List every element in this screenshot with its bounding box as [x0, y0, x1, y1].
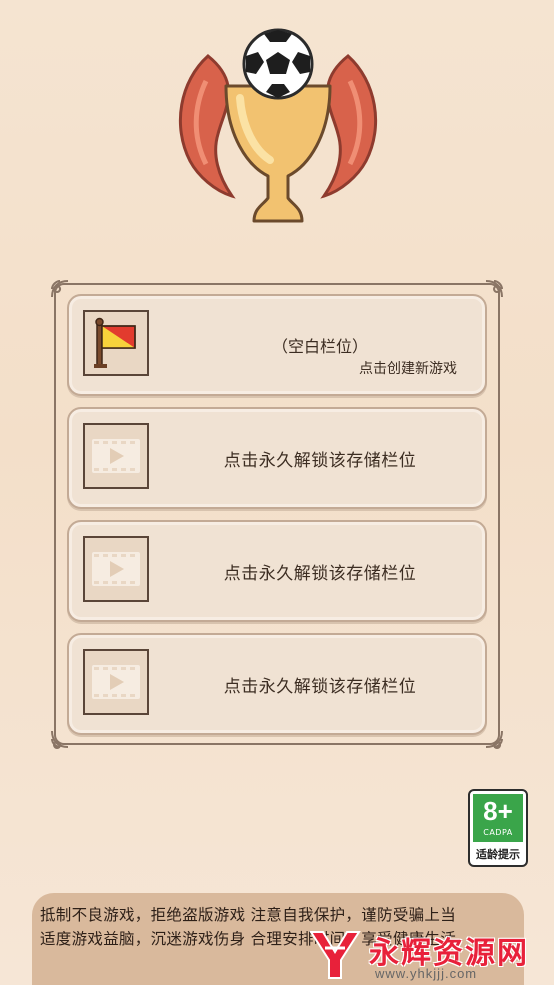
slot-icon-frame [83, 423, 149, 489]
age-rating-label: 适龄提示 [476, 848, 520, 861]
corner-ornament-icon [485, 280, 503, 298]
left-ribbon [178, 54, 236, 199]
slot-title: （空白栏位） [271, 337, 368, 356]
age-rating-badge[interactable]: 8+ CADPA 适龄提示 [468, 789, 528, 867]
video-play-icon [92, 552, 140, 586]
corner-ornament-icon [485, 730, 503, 749]
unlock-slot-label: 点击永久解锁该存储栏位 [223, 563, 417, 584]
corner-ornament-icon [51, 730, 69, 749]
soccer-ball-icon [242, 28, 314, 100]
slot-subtitle: 点击创建新游戏 [359, 361, 457, 377]
video-play-icon [92, 665, 140, 699]
slot-icon-frame [83, 649, 149, 715]
video-play-icon [92, 439, 140, 473]
flag-icon [94, 317, 136, 368]
corner-ornament-icon [51, 280, 69, 298]
watermark: 永辉资源网 www.yhkjjj.com [305, 928, 530, 983]
save-slot-locked[interactable]: 点击永久解锁该存储栏位 [67, 520, 487, 622]
age-rating-org: CADPA [483, 828, 513, 837]
watermark-url: www.yhkjjj.com [375, 966, 478, 981]
save-slot-empty[interactable]: （空白栏位） 点击创建新游戏 [67, 294, 487, 396]
notice-line-1: 抵制不良游戏，拒绝盗版游戏 注意自我保护，谨防受骗上当 [40, 906, 457, 924]
trophy-emblem [178, 28, 378, 223]
save-slot-locked[interactable]: 点击永久解锁该存储栏位 [67, 633, 487, 735]
save-slot-locked[interactable]: 点击永久解锁该存储栏位 [67, 407, 487, 509]
age-rating-value: 8+ [483, 796, 513, 826]
unlock-slot-label: 点击永久解锁该存储栏位 [223, 676, 417, 697]
slot-icon-frame [83, 310, 149, 376]
unlock-slot-label: 点击永久解锁该存储栏位 [223, 450, 417, 471]
age-rating-top: 8+ CADPA [473, 794, 523, 842]
slot-icon-frame [83, 536, 149, 602]
watermark-logo-icon [309, 931, 361, 979]
right-ribbon [320, 54, 378, 199]
